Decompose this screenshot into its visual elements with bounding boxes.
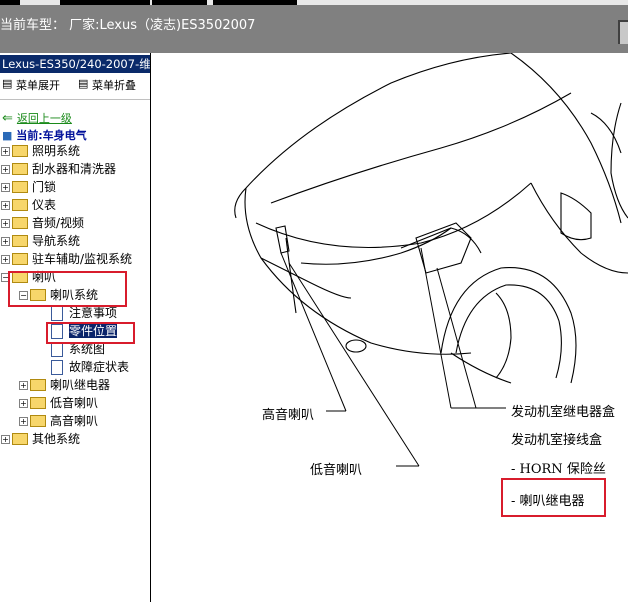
folder-icon — [30, 396, 46, 409]
folder-icon — [12, 198, 28, 211]
car-front-diagram — [234, 53, 628, 467]
label-junction-box: 发动机室接线盒 — [511, 433, 603, 448]
tree-item-wiper[interactable]: + 刮水器和清洗器 — [1, 160, 116, 178]
wheel-arch-inner — [455, 284, 562, 379]
tree-item-horn-relay[interactable]: + 喇叭继电器 — [19, 376, 110, 394]
expand-menu-button[interactable]: 菜单展开 — [16, 77, 60, 93]
tree-item-label: 系统图 — [69, 342, 106, 356]
tree-item-label: 刮水器和清洗器 — [32, 162, 117, 176]
label-horn-fuse: - HORN 保险丝 — [511, 462, 606, 477]
folder-icon — [12, 252, 28, 265]
folder-icon — [12, 432, 28, 445]
leader-line-high-horn — [280, 252, 347, 412]
highlight-box-parts-location — [46, 322, 135, 344]
tree-item-label: 导航系统 — [32, 234, 81, 248]
title-bar: 当前车型： 厂家:Lexus（凌志)ES3502007 — [0, 5, 628, 53]
expand-plus-icon[interactable]: + — [19, 381, 28, 390]
computer-icon: ■ — [2, 129, 13, 142]
tree-item-other-systems[interactable]: + 其他系统 — [1, 430, 80, 448]
grille-side — [285, 237, 297, 314]
tree-item-symptom-table[interactable]: 故障症状表 — [51, 358, 129, 376]
expand-plus-icon[interactable]: + — [19, 417, 28, 426]
tree-item-label: 其他系统 — [32, 432, 81, 446]
back-link-label[interactable]: 返回上一级 — [17, 112, 72, 125]
tree-item-label: 故障症状表 — [69, 360, 130, 374]
hood-edge — [245, 53, 512, 189]
hood-crease — [270, 92, 572, 204]
tree-item-label: 门锁 — [32, 180, 57, 194]
document-icon — [51, 342, 63, 357]
current-category-label: 当前:车身电气 — [16, 129, 87, 142]
collapse-menu-button[interactable]: 菜单折叠 — [92, 77, 136, 93]
divider — [0, 99, 150, 100]
tree-item-door-lock[interactable]: + 门锁 — [1, 178, 56, 196]
back-arrow-icon: ⇐ — [2, 111, 13, 126]
window-control-button[interactable] — [618, 20, 628, 44]
folder-icon — [12, 234, 28, 247]
wheel-spoke — [495, 292, 512, 379]
expand-plus-icon[interactable]: + — [1, 165, 10, 174]
expand-plus-icon[interactable]: + — [1, 183, 10, 192]
lower-body-line — [450, 352, 512, 384]
expand-plus-icon[interactable]: + — [1, 435, 10, 444]
tree-item-label: 注意事项 — [69, 306, 118, 320]
tree-item-label: 高音喇叭 — [50, 414, 99, 428]
document-icon — [51, 360, 63, 375]
model-header: Lexus-ES350/240-2007-维修手册 — [0, 55, 150, 73]
expand-plus-icon[interactable]: + — [1, 237, 10, 246]
leader-line-low-horn — [288, 262, 420, 467]
highlight-box-horn-relay — [501, 478, 606, 517]
label-high-horn: 高音喇叭 — [262, 408, 315, 423]
page-title: 当前车型： 厂家:Lexus（凌志)ES3502007 — [0, 18, 256, 33]
folder-icon — [12, 162, 28, 175]
bumper-corner — [234, 187, 247, 219]
tree-item-label: 低音喇叭 — [50, 396, 99, 410]
label-relay-box: 发动机室继电器盒 — [511, 405, 616, 420]
tree-item-parking-assist[interactable]: + 驻车辅助/监视系统 — [1, 250, 132, 268]
folder-icon — [12, 216, 28, 229]
door-edge — [610, 102, 628, 219]
expand-plus-icon[interactable]: + — [1, 201, 10, 210]
folder-icon — [12, 144, 28, 157]
tree-item-meter[interactable]: + 仪表 — [1, 196, 56, 214]
mirror — [560, 192, 592, 241]
foglight — [345, 339, 367, 353]
bumper-outline — [244, 187, 472, 355]
folder-icon — [30, 414, 46, 427]
document-icon — [51, 306, 63, 321]
tree-item-label: 驻车辅助/监视系统 — [32, 252, 133, 266]
back-link[interactable]: ⇐ 返回上一级 — [2, 110, 72, 126]
tree-item-low-horn[interactable]: + 低音喇叭 — [19, 394, 98, 412]
folder-icon — [12, 180, 28, 193]
tree-item-label: 喇叭继电器 — [50, 378, 111, 392]
leader-line-relay-box — [436, 267, 477, 409]
expand-plus-icon[interactable]: + — [1, 219, 10, 228]
tree-item-navigation[interactable]: + 导航系统 — [1, 232, 80, 250]
label-low-horn: 低音喇叭 — [310, 463, 363, 478]
tree-item-label: 音频/视频 — [32, 216, 85, 230]
tree-item-lighting[interactable]: + 照明系统 — [1, 142, 80, 160]
tree-item-label: 照明系统 — [32, 144, 81, 158]
tree-item-label: 仪表 — [32, 198, 57, 212]
folder-icon — [30, 378, 46, 391]
expand-plus-icon[interactable]: + — [1, 147, 10, 156]
highlight-box-horn — [8, 271, 127, 307]
expand-icon: ▤ — [2, 77, 13, 90]
expand-plus-icon[interactable]: + — [19, 399, 28, 408]
tree-item-audio-video[interactable]: + 音频/视频 — [1, 214, 84, 232]
current-category: ■ 当前:车身电气 — [2, 127, 87, 143]
expand-plus-icon[interactable]: + — [1, 255, 10, 264]
a-pillar — [510, 53, 622, 224]
diagram-pane: 高音喇叭 低音喇叭 发动机室继电器盒 发动机室接线盒 - HORN 保险丝 - … — [151, 53, 628, 602]
tree-item-high-horn[interactable]: + 高音喇叭 — [19, 412, 98, 430]
headlight — [400, 227, 482, 254]
collapse-icon: ▤ — [78, 77, 89, 90]
sidebar: Lexus-ES350/240-2007-维修手册 ▤ 菜单展开 ▤ 菜单折叠 … — [0, 53, 151, 602]
hood-front-line — [255, 182, 532, 249]
